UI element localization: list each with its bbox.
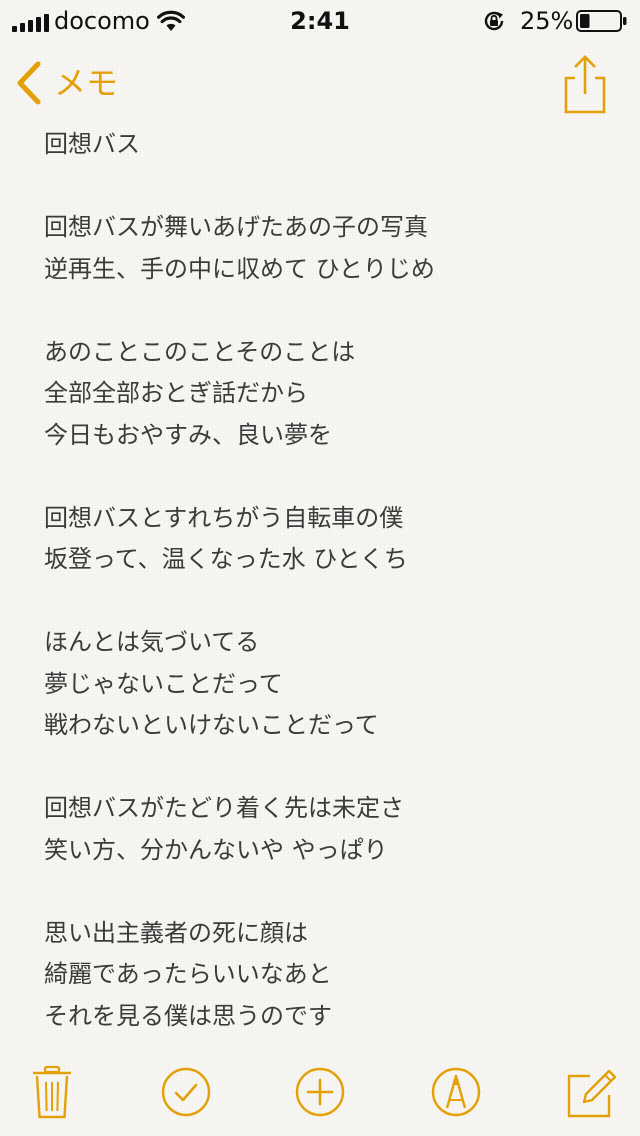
checklist-button[interactable] xyxy=(158,1064,214,1120)
note-blank-line xyxy=(44,581,604,623)
note-line: 回想バス xyxy=(44,130,140,158)
note-line: 綺麗であったらいいなあと xyxy=(44,960,332,988)
note-line: 回想バスがたどり着く先は未定さ xyxy=(44,794,404,822)
trash-icon xyxy=(33,1065,71,1119)
share-button[interactable] xyxy=(558,54,612,116)
back-button-label: メモ xyxy=(54,64,119,102)
bottom-toolbar xyxy=(0,1056,640,1136)
note-blank-line xyxy=(44,456,604,498)
compose-button[interactable] xyxy=(564,1064,620,1120)
note-line: あのことこのことそのことは xyxy=(44,337,356,366)
battery-icon xyxy=(576,10,627,32)
note-line: 回想バスとすれちがう自転車の僕 xyxy=(44,503,404,532)
note-line: 戦わないといけないことだって xyxy=(44,711,379,739)
note-line: 全部全部おとぎ話だから xyxy=(44,379,308,407)
battery-percent: 25% xyxy=(520,7,574,35)
rotation-lock-icon xyxy=(484,11,504,31)
note-line: 思い出主義者の死に顔は xyxy=(44,918,308,947)
sketch-icon xyxy=(431,1067,481,1117)
share-icon xyxy=(564,55,606,114)
compose-icon xyxy=(567,1069,617,1118)
chevron-left-icon xyxy=(17,61,41,105)
note-body[interactable]: 回想バス回想バスが舞いあげたあの子の写真 逆再生、手の中に収めて ひとりじめ あのこ… xyxy=(44,124,604,1044)
add-attachment-button[interactable] xyxy=(292,1064,348,1120)
checklist-icon xyxy=(161,1067,211,1117)
back-button[interactable]: メモ xyxy=(14,58,118,108)
add-icon xyxy=(295,1067,345,1117)
note-line: ほんとは気づいてる xyxy=(44,628,260,656)
note-line: それを見る僕は思うのです xyxy=(44,1001,332,1030)
note-blank-line xyxy=(44,747,604,789)
note-line: 回想バスが舞いあげたあの子の写真 xyxy=(44,213,428,241)
note-blank-line xyxy=(44,166,604,208)
note-line: 逆再生、手の中に収めて ひとりじめ xyxy=(44,254,435,283)
status-bar: docomo 2:41 25% xyxy=(0,0,640,40)
note-line: 夢じゃないことだって xyxy=(44,669,283,698)
note-blank-line xyxy=(44,290,604,332)
note-line: 坂登って、温くなった水 ひとくち xyxy=(44,545,408,573)
note-line: 今日もおやすみ、良い夢を xyxy=(44,420,332,449)
nav-bar: メモ xyxy=(0,40,640,128)
note-blank-line xyxy=(44,871,604,913)
note-line: 笑い方、分かんないや やっぱり xyxy=(44,835,388,864)
sketch-button[interactable] xyxy=(428,1064,484,1120)
delete-button[interactable] xyxy=(24,1064,80,1120)
